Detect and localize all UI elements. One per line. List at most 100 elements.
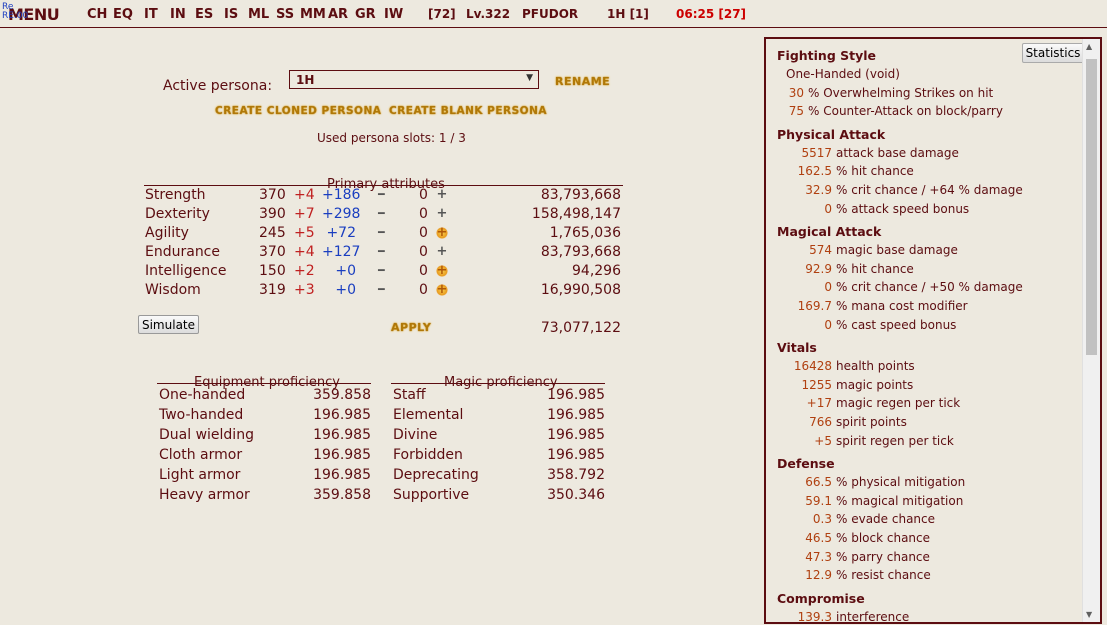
- rename-button[interactable]: RENAME: [555, 75, 610, 88]
- stat-value: 75: [788, 104, 804, 119]
- nav-ch[interactable]: CH: [87, 7, 107, 22]
- magic-proficiency-row: Elemental 196.985: [393, 407, 605, 427]
- nav-in[interactable]: IN: [170, 7, 186, 22]
- attribute-base: 390: [259, 206, 286, 222]
- stat-value: 5517: [801, 145, 832, 160]
- proficiency-name: Forbidden: [393, 447, 463, 463]
- attribute-row: Endurance 370 +4 +127 ━ 0 +83,793,668: [145, 244, 625, 263]
- stat-value: 66.5: [805, 475, 832, 490]
- scrollbar-thumb[interactable]: [1086, 59, 1097, 355]
- attribute-bonus: +72: [326, 225, 356, 241]
- stat-label: % block chance: [836, 531, 931, 545]
- create-blank-persona-button[interactable]: CREATE BLANK PERSONA: [389, 105, 547, 117]
- minus-icon[interactable]: ━: [378, 188, 385, 201]
- attribute-plus: +3: [294, 282, 315, 298]
- stat-section-title: Fighting Style: [777, 48, 877, 63]
- stat-label: % resist chance: [836, 568, 931, 583]
- nav-es[interactable]: ES: [195, 7, 213, 22]
- stat-value: 46.5: [805, 531, 832, 545]
- proficiency-value: 196.985: [313, 427, 371, 443]
- stat-label: % hit chance: [836, 164, 914, 179]
- stat-label: % crit chance / +50 % damage: [836, 280, 1023, 295]
- statistics-button[interactable]: Statistics: [1022, 43, 1084, 63]
- nav-mm[interactable]: MM: [300, 7, 326, 22]
- active-persona-label: Active persona:: [163, 78, 273, 94]
- fighting-style-name: One-Handed (void): [786, 67, 900, 81]
- attribute-exp-cost: 16,990,508: [540, 282, 621, 298]
- plus-icon[interactable]: +: [436, 245, 448, 258]
- scroll-down-icon[interactable]: ▼: [1086, 610, 1092, 619]
- nav-ar[interactable]: AR: [328, 7, 348, 22]
- stat-section-title: Vitals: [777, 340, 817, 356]
- persona-select-value: 1H: [296, 73, 315, 87]
- minus-icon[interactable]: ━: [378, 245, 385, 258]
- statistics-scrollbar[interactable]: ▲ ▼: [1082, 39, 1100, 622]
- plus-icon[interactable]: +: [436, 188, 448, 201]
- attribute-base: 370: [259, 187, 286, 203]
- apply-button[interactable]: APPLY: [391, 321, 431, 334]
- proficiency-value: 350.346: [547, 487, 605, 503]
- plus-icon[interactable]: +: [436, 226, 448, 239]
- attribute-name: Intelligence: [145, 263, 227, 279]
- attribute-plus: +4: [294, 187, 315, 203]
- scroll-up-icon[interactable]: ▲: [1086, 42, 1092, 51]
- nav-is[interactable]: IS: [224, 7, 238, 22]
- minus-icon[interactable]: ━: [378, 226, 385, 239]
- proficiency-name: Divine: [393, 427, 438, 443]
- stat-value: 0: [824, 280, 832, 295]
- proficiency-value: 196.985: [547, 427, 605, 443]
- proficiency-name: Light armor: [159, 467, 241, 483]
- nav-eq[interactable]: EQ: [113, 7, 133, 22]
- minus-icon[interactable]: ━: [378, 283, 385, 296]
- nav-it[interactable]: IT: [144, 7, 158, 22]
- attribute-name: Strength: [145, 187, 206, 203]
- minus-icon[interactable]: ━: [378, 264, 385, 277]
- attribute-base: 370: [259, 244, 286, 260]
- proficiency-name: Staff: [393, 387, 426, 403]
- attribute-delta: 0: [419, 282, 428, 298]
- proficiency-name: One-handed: [159, 387, 246, 403]
- clock-display: 06:25 [27]: [676, 7, 747, 21]
- proficiency-value: 196.985: [313, 467, 371, 483]
- stat-label: % physical mitigation: [836, 475, 966, 490]
- nav-ml[interactable]: ML: [248, 7, 269, 22]
- create-cloned-persona-button[interactable]: CREATE CLONED PERSONA: [215, 105, 381, 117]
- equipment-proficiency-row: Light armor 196.985: [159, 467, 371, 487]
- stat-label: magic points: [836, 377, 914, 392]
- stat-label: spirit regen per tick: [836, 433, 954, 448]
- stat-section-title: Magical Attack: [777, 224, 882, 240]
- overlay-link[interactable]: Re RE.00: [2, 3, 28, 21]
- plus-icon[interactable]: +: [436, 207, 448, 220]
- attribute-plus: +7: [294, 206, 315, 222]
- magic-proficiency-row: Supportive 350.346: [393, 487, 605, 507]
- attribute-base: 150: [259, 263, 286, 279]
- nav-gr[interactable]: GR: [355, 7, 376, 22]
- attribute-bonus: +0: [335, 282, 356, 298]
- stat-label: attack base damage: [836, 145, 959, 160]
- plus-icon[interactable]: +: [436, 264, 448, 277]
- stat-label: % evade chance: [836, 512, 936, 527]
- attribute-delta: 0: [419, 206, 428, 222]
- stat-label: % magical mitigation: [836, 493, 964, 508]
- nav-ss[interactable]: SS: [276, 7, 294, 22]
- proficiency-name: Elemental: [393, 407, 464, 423]
- stat-value: +17: [806, 396, 832, 411]
- attribute-name: Wisdom: [145, 282, 201, 298]
- simulate-button[interactable]: Simulate: [138, 315, 199, 334]
- proficiency-value: 358.792: [547, 467, 605, 483]
- attribute-row: Wisdom 319 +3 +0 ━ 0 +16,990,508: [145, 282, 625, 301]
- attribute-bonus: +298: [322, 206, 361, 222]
- minus-icon[interactable]: ━: [378, 207, 385, 220]
- stat-value: 574: [809, 243, 832, 258]
- attribute-delta: 0: [419, 244, 428, 260]
- player-name: PFUDOR: [522, 7, 579, 21]
- persona-select[interactable]: 1H ▼: [289, 70, 539, 89]
- magic-proficiency-row: Staff 196.985: [393, 387, 605, 407]
- plus-icon[interactable]: +: [436, 283, 448, 296]
- equipment-proficiency-row: Cloth armor 196.985: [159, 447, 371, 467]
- nav-iw[interactable]: IW: [384, 7, 403, 22]
- stat-value: 30: [788, 85, 804, 100]
- proficiency-name: Dual wielding: [159, 427, 254, 443]
- statistics-panel[interactable]: Statistics Fighting Style One-Handed (voi…: [764, 37, 1102, 624]
- stat-value: 16428: [793, 359, 832, 374]
